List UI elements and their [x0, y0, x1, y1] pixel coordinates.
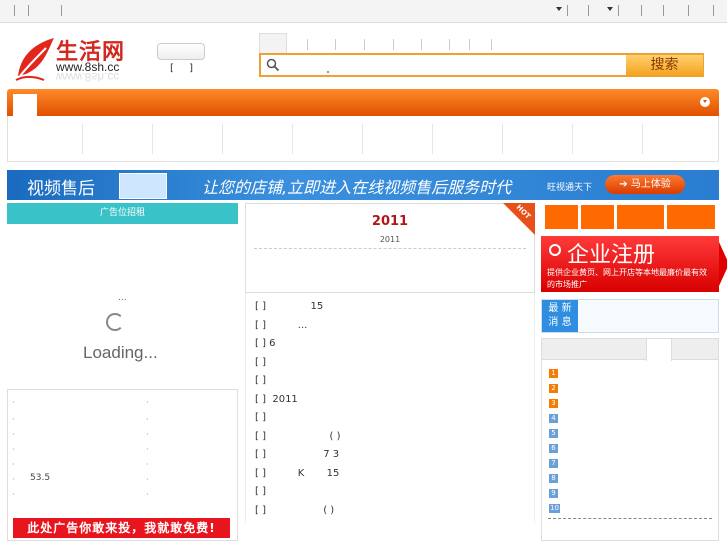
list-item[interactable]: [ ] K 15: [255, 468, 339, 479]
separator: [641, 5, 642, 16]
right-tab[interactable]: [617, 205, 664, 229]
list-item[interactable]: [ ] ( ): [255, 431, 341, 442]
separator: [335, 39, 336, 50]
banner-image: [119, 173, 167, 199]
headline-subtitle: 2011: [379, 235, 401, 244]
sub-nav: [7, 116, 719, 162]
dropdown-arrow-icon[interactable]: [607, 7, 613, 11]
list-item[interactable]: [ ]: [255, 357, 266, 368]
register-description: 提供企业黄页、网上开店等本地最廉价最有效的市场推广: [547, 268, 707, 289]
list-item[interactable]: [ ]: [255, 375, 266, 386]
rank-number: 3: [549, 399, 558, 408]
latest-news-label: 最 新 消 息: [542, 300, 578, 332]
news-list: [ ] 15 [ ] ... [ ] 6 [ ] [ ] [ ] 2011 [ …: [245, 293, 535, 523]
list-item[interactable]: [ ] 6: [255, 338, 276, 349]
search-tab-active[interactable]: [259, 33, 287, 54]
list-item[interactable]: [ ] 2011: [255, 394, 298, 405]
ranking-tabs: [542, 338, 718, 361]
list-item[interactable]: [ ]: [255, 412, 266, 423]
rank-number: 7: [549, 459, 558, 468]
separator: [449, 39, 450, 50]
ranking-box: 1 2 3 4 5 6 7 8 9 10: [541, 338, 719, 541]
arrow-icon: ➔: [619, 179, 631, 190]
rank-number: 1: [549, 369, 558, 378]
headline-box: 2011 2011 HOT: [245, 203, 535, 293]
rank-number: 4: [549, 414, 558, 423]
register-title: 企业注册: [567, 243, 656, 268]
separator: [393, 39, 394, 50]
separator: [713, 5, 714, 16]
separator: [307, 39, 308, 50]
city-button[interactable]: [157, 43, 205, 60]
logo-url-reflection: www.8sh.cc: [56, 70, 120, 84]
separator: [364, 39, 365, 50]
city-switch-link[interactable]: [ ]: [170, 63, 199, 74]
news-label-line2: 消 息: [548, 317, 572, 328]
headline-title[interactable]: 2011: [246, 214, 534, 229]
main-nav: [7, 89, 719, 116]
separator: [28, 5, 29, 16]
banner-brand: 旺视通天下: [547, 183, 593, 193]
separator: [663, 5, 664, 16]
cursor-dot: [327, 71, 329, 73]
red-ad-banner[interactable]: 此处广告你敢来投，我就敢免费!: [13, 518, 230, 538]
divider: [548, 518, 712, 519]
rank-number: 10: [549, 504, 560, 513]
separator: [618, 5, 619, 16]
top-utility-bar: [0, 0, 727, 23]
search-button[interactable]: 搜索: [626, 55, 703, 75]
banner-title: 视频售后: [27, 179, 95, 199]
separator: [14, 5, 15, 16]
search-tabs: [259, 33, 629, 54]
divider: [254, 248, 526, 249]
list-item[interactable]: [ ] ( ): [255, 505, 334, 516]
list-item[interactable]: [ ] 15: [255, 301, 323, 312]
register-icon: [549, 244, 561, 256]
list-item[interactable]: [ ] ...: [255, 320, 307, 331]
rank-number: 5: [549, 429, 558, 438]
latest-news-box: 最 新 消 息: [541, 299, 719, 333]
separator: [61, 5, 62, 16]
banner-slogan: 让您的店铺,立即进入在线视频售后服务时代: [202, 178, 512, 197]
nav-expand-icon[interactable]: [700, 97, 710, 107]
news-label-line1: 最 新: [548, 303, 572, 314]
enterprise-register-banner[interactable]: 企业注册 提供企业黄页、网上开店等本地最廉价最有效的市场推广: [541, 236, 727, 292]
loading-spinner-icon: [106, 313, 124, 331]
separator: [491, 39, 492, 50]
loading-dots: ...: [118, 293, 127, 303]
right-tab[interactable]: [581, 205, 614, 229]
leaf-logo-icon: [15, 38, 54, 81]
separator: [567, 5, 568, 16]
site-logo[interactable]: 生活网 www.8sh.cc www.8sh.cc: [14, 36, 144, 86]
rank-number: 9: [549, 489, 558, 498]
separator: [588, 5, 589, 16]
nav-item-home[interactable]: [13, 94, 37, 116]
separator: [421, 39, 422, 50]
rank-number: 8: [549, 474, 558, 483]
promo-banner[interactable]: 视频售后 让您的店铺,立即进入在线视频售后服务时代 旺视通天下 ➔ 马上体验: [7, 170, 719, 200]
arrow-icon: [719, 242, 727, 286]
dropdown-arrow-icon[interactable]: [556, 7, 562, 11]
separator: [469, 39, 470, 50]
rank-number: 2: [549, 384, 558, 393]
separator: [688, 5, 689, 16]
price-value[interactable]: 53.5: [30, 473, 50, 483]
banner-try-button[interactable]: ➔ 马上体验: [605, 175, 685, 194]
right-tab[interactable]: [667, 205, 715, 229]
loading-text: Loading...: [83, 343, 158, 362]
ranking-tab-active[interactable]: [646, 338, 672, 361]
search-icon: [266, 58, 280, 72]
list-item[interactable]: [ ] 7 3: [255, 449, 339, 460]
right-tab[interactable]: [545, 205, 578, 229]
list-item[interactable]: [ ]: [255, 486, 266, 497]
banner-button-label: 马上体验: [630, 179, 671, 190]
ad-slot-header[interactable]: 广告位招租: [7, 203, 238, 224]
rank-number: 6: [549, 444, 558, 453]
